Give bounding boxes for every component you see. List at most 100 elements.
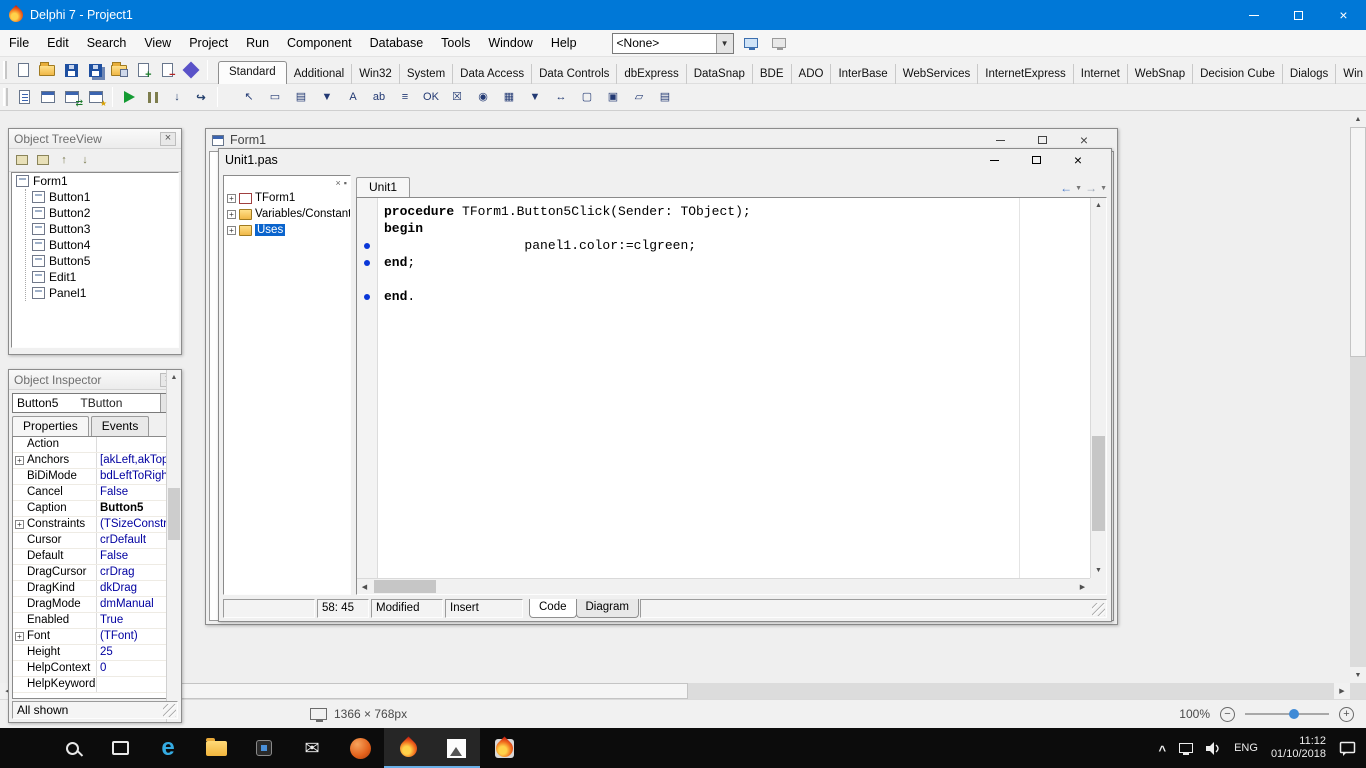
property-row-cursor[interactable]: Cursor crDefault	[13, 533, 177, 549]
property-row-bidimode[interactable]: BiDiMode bdLeftToRight	[13, 469, 177, 485]
property-value[interactable]	[97, 677, 177, 692]
toggle-form-unit-button[interactable]	[60, 86, 84, 109]
volume-icon[interactable]	[1206, 741, 1221, 755]
new-button[interactable]	[11, 59, 35, 82]
hidden-icons-chevron-icon[interactable]: ^	[1159, 743, 1167, 758]
toolbar-grip[interactable]	[3, 61, 7, 79]
property-row-default[interactable]: Default False	[13, 549, 177, 565]
taskbar-file-explorer-button[interactable]	[192, 728, 240, 768]
tree-item-edit1[interactable]: Edit1	[12, 269, 178, 285]
view-form-button[interactable]	[36, 86, 60, 109]
menu-item-help[interactable]: Help	[542, 32, 586, 54]
save-all-button[interactable]	[83, 59, 107, 82]
property-row-caption[interactable]: Caption Button5	[13, 501, 177, 517]
taskbar-delphi-setup-button[interactable]	[480, 728, 528, 768]
palette-tab-win32[interactable]: Win32	[352, 63, 400, 84]
editor-titlebar[interactable]: Unit1.pas ×	[219, 149, 1111, 171]
language-indicator[interactable]: ENG	[1234, 742, 1258, 754]
new-item-button[interactable]	[13, 152, 31, 169]
zoom-in-button[interactable]: +	[1339, 706, 1354, 722]
property-value[interactable]: dkDrag	[97, 581, 177, 596]
component-main-menu[interactable]: ▤	[288, 85, 314, 109]
minimize-button[interactable]	[1231, 0, 1276, 30]
maximize-button[interactable]	[1015, 150, 1057, 170]
open-project-button[interactable]	[107, 59, 131, 82]
component-cursor[interactable]: ↖	[236, 85, 262, 109]
run-button[interactable]	[117, 86, 141, 109]
tree-item-button1[interactable]: Button1	[12, 189, 178, 205]
taskbar-delphi-button[interactable]	[384, 728, 432, 768]
component-memo[interactable]: ≡	[392, 85, 418, 109]
delete-item-button[interactable]	[34, 152, 52, 169]
palette-tab-internet[interactable]: Internet	[1074, 63, 1128, 84]
property-value[interactable]: (TSizeConstra	[97, 517, 177, 532]
explorer-item-variables-constants[interactable]: + Variables/Constants	[224, 206, 350, 222]
property-value[interactable]: 25	[97, 645, 177, 660]
scrollbar-thumb[interactable]	[374, 580, 436, 593]
menu-item-search[interactable]: Search	[78, 32, 136, 54]
component-combo-box[interactable]: ▼	[522, 85, 548, 109]
component-list-box[interactable]: ▦	[496, 85, 522, 109]
palette-tab-internetexpress[interactable]: InternetExpress	[978, 63, 1074, 84]
help-contents-button[interactable]	[179, 59, 203, 82]
property-row-helpkeyword[interactable]: HelpKeyword	[13, 677, 177, 693]
taskbar-edge-button[interactable]: e	[144, 728, 192, 768]
open-button[interactable]	[35, 59, 59, 82]
property-row-font[interactable]: Font + (TFont)	[13, 629, 177, 645]
property-row-height[interactable]: Height 25	[13, 645, 177, 661]
workspace-horizontal-scrollbar[interactable]: ◀ ▶	[0, 683, 1350, 699]
palette-tab-dbexpress[interactable]: dbExpress	[617, 63, 687, 84]
maximize-button[interactable]	[1021, 130, 1063, 150]
tree-item-button5[interactable]: Button5	[12, 253, 178, 269]
tree-item-button2[interactable]: Button2	[12, 205, 178, 221]
move-down-button[interactable]: ↓	[76, 152, 94, 169]
resize-grip[interactable]	[163, 704, 176, 717]
tab-diagram[interactable]: Diagram	[575, 599, 639, 618]
menu-item-component[interactable]: Component	[278, 32, 361, 54]
browse-back-icon[interactable]: ←	[1058, 181, 1074, 195]
chevron-down-icon[interactable]: ▼	[715, 33, 733, 53]
component-panel[interactable]: ▱	[626, 85, 652, 109]
menu-item-run[interactable]: Run	[237, 32, 278, 54]
tree-item-button4[interactable]: Button4	[12, 237, 178, 253]
view-unit-button[interactable]	[12, 86, 36, 109]
component-frames[interactable]: ▭	[262, 85, 288, 109]
taskbar-browser-button[interactable]	[336, 728, 384, 768]
code-line-3[interactable]: panel1.color:=clgreen;	[357, 237, 1090, 254]
code-line-1[interactable]: procedure TForm1.Button5Click(Sender: TO…	[357, 203, 1090, 220]
scroll-down-icon[interactable]: ▼	[1091, 563, 1106, 578]
minimize-button[interactable]	[973, 150, 1015, 170]
palette-tab-additional[interactable]: Additional	[287, 63, 353, 84]
save-button[interactable]	[59, 59, 83, 82]
property-value[interactable]: False	[97, 549, 177, 564]
close-icon[interactable]: ×	[160, 131, 176, 146]
zoom-slider-thumb[interactable]	[1289, 709, 1299, 719]
clock[interactable]: 11:12 01/10/2018	[1271, 735, 1326, 761]
palette-tab-datasnap[interactable]: DataSnap	[687, 63, 753, 84]
code-editor-window[interactable]: Unit1.pas × × ▪ + TForm1 + Variables/Consta…	[218, 148, 1112, 622]
inspector-tab-properties[interactable]: Properties	[12, 416, 89, 436]
tree-item-panel1[interactable]: Panel1	[12, 285, 178, 301]
object-treeview-titlebar[interactable]: Object TreeView ×	[9, 129, 181, 149]
resize-grip[interactable]	[1092, 603, 1105, 616]
scrollbar-thumb[interactable]	[1092, 436, 1105, 531]
chevron-down-icon[interactable]: ▼	[1100, 185, 1107, 192]
property-row-anchors[interactable]: Anchors + [akLeft,akTop]	[13, 453, 177, 469]
network-icon[interactable]	[1179, 743, 1194, 755]
component-label[interactable]: A	[340, 85, 366, 109]
menu-item-project[interactable]: Project	[180, 32, 237, 54]
component-popup-menu[interactable]: ▼	[314, 85, 340, 109]
palette-tab-standard[interactable]: Standard	[218, 60, 287, 84]
palette-tab-ado[interactable]: ADO	[792, 63, 832, 84]
scroll-right-icon[interactable]: ▶	[1075, 579, 1090, 594]
property-value[interactable]: [akLeft,akTop]	[97, 453, 177, 468]
tree-item-form1[interactable]: Form1	[12, 173, 178, 189]
property-value[interactable]: False	[97, 485, 177, 500]
expand-icon[interactable]: +	[227, 209, 236, 219]
close-button[interactable]: ×	[1057, 150, 1099, 170]
toolbar-grip[interactable]	[3, 88, 8, 106]
move-up-button[interactable]: ↑	[55, 152, 73, 169]
set-debug-desktop-button[interactable]	[768, 33, 790, 54]
browse-forward-icon[interactable]: →	[1083, 181, 1099, 195]
inspector-tab-events[interactable]: Events	[90, 416, 150, 436]
